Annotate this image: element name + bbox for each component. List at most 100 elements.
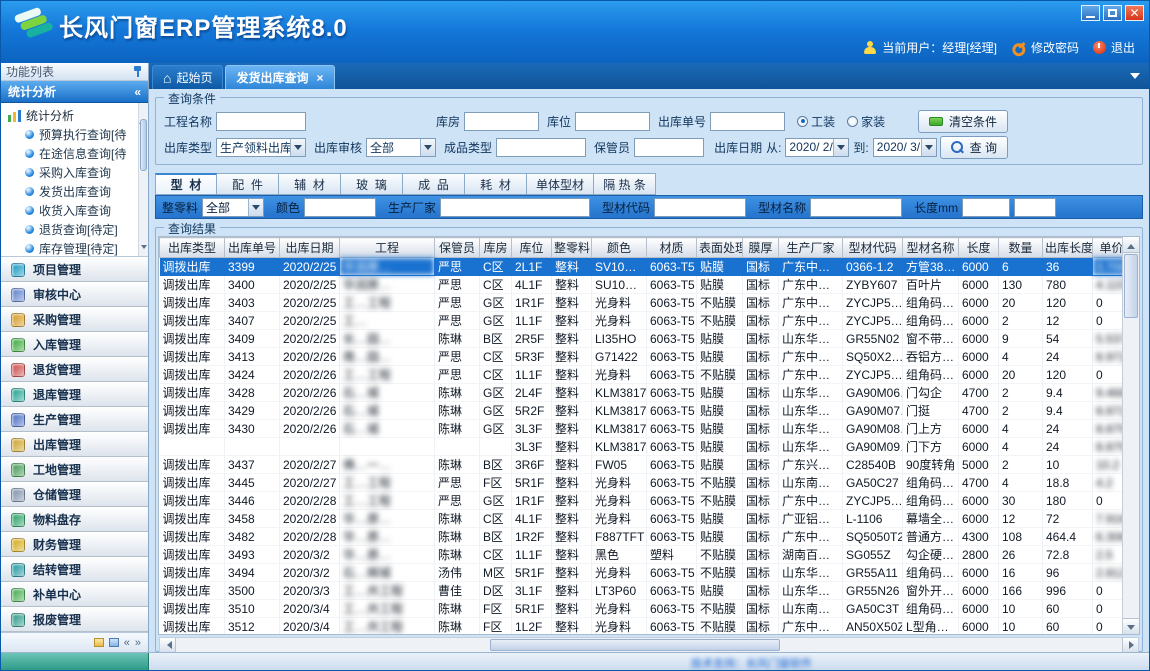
audit-select[interactable]: 全部 (366, 138, 436, 157)
sidebar-section-return-goods[interactable]: 退货管理 (1, 357, 148, 382)
support-link[interactable]: 技术支持：长风门窗软件 (691, 655, 812, 671)
column-header[interactable]: 生产厂家 (779, 238, 843, 258)
sidebar-section-purchase[interactable]: 采购管理 (1, 307, 148, 332)
tree-item[interactable]: 预算执行查询[待 (8, 125, 138, 144)
whole-piece-select[interactable]: 全部 (202, 198, 264, 217)
table-row[interactable]: 调拨出库34822020/2/28华…原…陈琳B区1R2F整料F887TFT60… (160, 528, 1141, 546)
radio-jiazhuang[interactable] (847, 116, 858, 127)
color-input[interactable] (304, 198, 376, 217)
vertical-scrollbar-thumb[interactable] (1124, 254, 1138, 318)
tree-item[interactable]: 发货出库查询 (8, 182, 138, 201)
table-row[interactable]: 调拨出库34932020/3/2华…原…陈琳C区1L1F整料黑色塑料不贴膜国标湖… (160, 546, 1141, 564)
tab-list-dropdown-icon[interactable] (1130, 73, 1140, 84)
logout-button[interactable]: 退出 (1111, 39, 1135, 56)
sidebar-section-production[interactable]: 生产管理 (1, 407, 148, 432)
column-header[interactable]: 保管员 (435, 238, 480, 258)
pin-icon[interactable] (132, 66, 143, 77)
material-tab[interactable]: 耗 材 (465, 173, 527, 195)
sidebar-section-site[interactable]: 工地管理 (1, 457, 148, 482)
sidebar-section-supplement[interactable]: 补单中心 (1, 582, 148, 607)
material-tab[interactable]: 单体型材 (527, 173, 594, 195)
tree-item[interactable]: 收货入库查询 (8, 201, 138, 220)
horizontal-scrollbar[interactable] (159, 637, 1139, 652)
scroll-up-button[interactable] (1123, 237, 1139, 253)
tab-shipment-query[interactable]: 发货出库查询 × (225, 65, 334, 89)
column-header[interactable]: 型材代码 (843, 238, 903, 258)
column-header[interactable]: 长度 (959, 238, 999, 258)
horizontal-scrollbar-thumb[interactable] (490, 639, 780, 651)
tree-item[interactable]: 采购入库查询 (8, 163, 138, 182)
warehouse-input[interactable] (464, 112, 539, 131)
radio-gongzhuang[interactable] (797, 116, 808, 127)
location-input[interactable] (575, 112, 650, 131)
material-tab[interactable]: 配 件 (217, 173, 279, 195)
material-tab[interactable]: 辅 材 (279, 173, 341, 195)
tree-item[interactable]: 库存管理[待定] (8, 239, 138, 257)
column-header[interactable]: 出库单号 (225, 238, 280, 258)
sidebar-group-header[interactable]: 统计分析 « (1, 81, 148, 103)
material-tab[interactable]: 玻 璃 (341, 173, 403, 195)
folder-blue-icon[interactable] (109, 638, 119, 647)
sidebar-section-scrap[interactable]: 报废管理 (1, 607, 148, 632)
table-row[interactable]: 调拨出库34582020/2/28华…原…陈琳C区4L1F整料光身料6063-T… (160, 510, 1141, 528)
project-name-input[interactable] (216, 112, 306, 131)
tree-scrollbar[interactable] (138, 103, 148, 256)
table-row[interactable]: 调拨出库34002020/2/25华润原…严思C区4L1F整料SU10…6063… (160, 276, 1141, 294)
column-header[interactable]: 工程 (340, 238, 435, 258)
date-from-picker[interactable]: 2020/ 2/16 (785, 138, 849, 157)
table-row[interactable]: 调拨出库34372020/2/27佛…一…陈琳B区3R6F整料FW056063-… (160, 456, 1141, 474)
out-type-select[interactable]: 生产领料出库 (216, 138, 306, 157)
maximize-button[interactable] (1103, 5, 1122, 21)
column-header[interactable]: 颜色 (592, 238, 647, 258)
keeper-input[interactable] (634, 138, 704, 157)
column-header[interactable]: 出库日期 (280, 238, 340, 258)
column-header[interactable]: 材质 (647, 238, 697, 258)
order-no-input[interactable] (710, 112, 785, 131)
sidebar-section-inventory[interactable]: 物料盘存 (1, 507, 148, 532)
folder-icon[interactable] (94, 638, 104, 647)
close-tab-icon[interactable]: × (317, 71, 324, 85)
table-row[interactable]: 调拨出库34302020/2/26石…城陈琳G区3L3F整料KLM3817606… (160, 420, 1141, 438)
material-tab[interactable]: 成 品 (403, 173, 465, 195)
vertical-scrollbar[interactable] (1122, 237, 1139, 634)
sidebar-section-audit[interactable]: 审核中心 (1, 282, 148, 307)
column-header[interactable]: 整零料 (552, 238, 592, 258)
material-tab[interactable]: 隔 热 条 (594, 173, 656, 195)
length-max-input[interactable] (1014, 198, 1056, 217)
profile-name-input[interactable] (810, 198, 902, 217)
scroll-down-button[interactable] (1123, 618, 1139, 634)
tree-item[interactable]: 退货查询[待定] (8, 220, 138, 239)
column-header[interactable]: 库位 (512, 238, 552, 258)
profile-code-input[interactable] (654, 198, 746, 217)
sidebar-section-inbound[interactable]: 入库管理 (1, 332, 148, 357)
minimize-button[interactable] (1081, 5, 1100, 21)
scroll-right-button[interactable] (1122, 638, 1138, 652)
column-header[interactable]: 表面处理 (697, 238, 743, 258)
scrollbar-thumb[interactable] (140, 119, 147, 171)
table-row[interactable]: 调拨出库34452020/2/27工…工程严思F区5R1F整料光身料6063-T… (160, 474, 1141, 492)
column-header[interactable]: 出库长度 (1043, 238, 1093, 258)
change-password-link[interactable]: 修改密码 (1031, 39, 1079, 56)
sidebar-section-project[interactable]: 项目管理 (1, 257, 148, 282)
scroll-right-icon[interactable]: » (135, 637, 141, 649)
tab-home[interactable]: ⌂ 起始页 (152, 65, 223, 89)
column-header[interactable]: 膜厚 (743, 238, 779, 258)
table-row[interactable]: 调拨出库35102020/3/4工…共工程陈琳F区5R1F整料光身料6063-T… (160, 600, 1141, 618)
table-row[interactable]: 调拨出库34462020/2/28工…工程严思G区1R1F整料光身料6063-T… (160, 492, 1141, 510)
table-row[interactable]: 调拨出库34942020/3/2石…辉城汤伟M区5R1F整料光身料6063-T5… (160, 564, 1141, 582)
column-header[interactable]: 库房 (480, 238, 512, 258)
table-row[interactable]: 调拨出库35122020/3/4工…共工程陈琳F区1L2F整料光身料6063-T… (160, 618, 1141, 636)
tree-root-statistics[interactable]: 统计分析 (8, 106, 138, 125)
date-to-picker[interactable]: 2020/ 3/16 (873, 138, 937, 157)
scroll-left-icon[interactable]: « (124, 637, 130, 649)
manufacturer-input[interactable] (440, 198, 590, 217)
table-row[interactable]: 调拨出库34132020/2/26南…园…严思C区5R3F整料G71422606… (160, 348, 1141, 366)
sidebar-section-carryover[interactable]: 结转管理 (1, 557, 148, 582)
sidebar-section-outbound[interactable]: 出库管理 (1, 432, 148, 457)
close-button[interactable]: ✕ (1125, 5, 1144, 21)
table-row[interactable]: 调拨出库34092020/2/25长…园…陈琳B区2R5F整料LI35HO606… (160, 330, 1141, 348)
tree-item[interactable]: 在途信息查询[待 (8, 144, 138, 163)
length-min-input[interactable] (962, 198, 1010, 217)
table-row[interactable]: 调拨出库34242020/2/26工…工程严思C区1L1F整料光身料6063-T… (160, 366, 1141, 384)
column-header[interactable]: 出库类型 (160, 238, 225, 258)
